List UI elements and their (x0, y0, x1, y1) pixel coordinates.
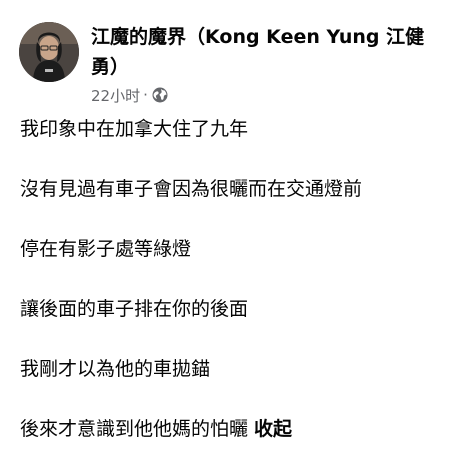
post-timestamp[interactable]: 22小时 (91, 85, 140, 106)
author-avatar[interactable] (19, 22, 79, 82)
post-text-line: 我印象中在加拿大住了九年 (20, 118, 249, 140)
post-text-line: 停在有影子處等綠燈 (20, 238, 192, 260)
meta-separator: · (143, 86, 148, 104)
author-name-link[interactable]: 江魔的魔界（Kong Keen Yung 江健勇） (91, 22, 451, 82)
post-text-line: 我剛才以為他的車拋錨 (20, 358, 211, 380)
post-meta: 22小时 · (91, 84, 168, 106)
avatar-image (19, 22, 79, 82)
post-text-line-last: 後來才意識到他他媽的怕曬 收起 (20, 414, 450, 444)
see-less-button[interactable]: 收起 (254, 418, 292, 440)
post-card: 江魔的魔界（Kong Keen Yung 江健勇） 22小时 · 我印象中在加拿… (0, 0, 462, 465)
globe-icon[interactable] (152, 87, 168, 103)
post-text-line: 讓後面的車子排在你的後面 (20, 298, 249, 320)
post-text-line: 沒有見過有車子會因為很曬而在交通燈前 (20, 178, 363, 200)
post-text-line: 後來才意識到他他媽的怕曬 (20, 418, 249, 440)
post-body: 我印象中在加拿大住了九年 沒有見過有車子會因為很曬而在交通燈前 停在有影子處等綠… (20, 114, 450, 474)
